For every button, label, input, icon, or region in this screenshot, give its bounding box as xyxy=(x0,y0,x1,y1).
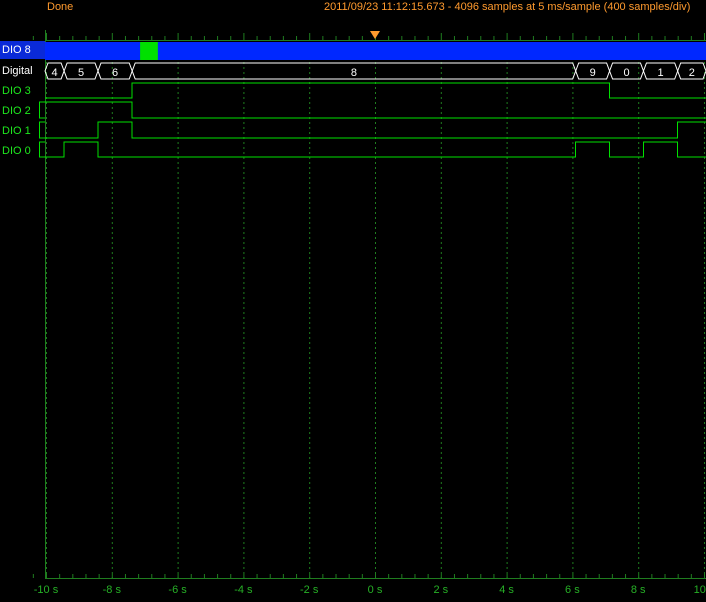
time-tick-label: 4 s xyxy=(499,584,514,596)
time-tick-label: -2 s xyxy=(300,584,319,596)
time-tick-label: 6 s xyxy=(565,584,580,596)
logic-analyzer-window: Done 2011/09/23 11:12:15.673 - 4096 samp… xyxy=(0,0,706,602)
dio8-active-region xyxy=(140,42,158,60)
dio2-trace xyxy=(38,101,706,119)
channel-label-dio3[interactable]: DIO 3 xyxy=(2,82,31,100)
channel-label-dio0[interactable]: DIO 0 xyxy=(2,142,31,160)
time-tick-label: 0 s xyxy=(367,584,383,596)
digital-bus-segments: 4 5 6 8 9 0 1 2 xyxy=(44,62,706,80)
trigger-marker-icon[interactable] xyxy=(370,31,380,39)
time-tick-label: -4 s xyxy=(234,584,253,596)
dio1-trace xyxy=(38,121,706,139)
channel-label-digital[interactable]: Digital xyxy=(2,62,33,80)
time-tick-label: 2 s xyxy=(433,584,449,596)
time-tick-label: -10 s xyxy=(33,584,59,596)
bus-segment-value: 4 xyxy=(51,67,57,79)
channel-label-dio8[interactable]: DIO 8 xyxy=(0,41,45,59)
time-tick-label: 8 s xyxy=(630,584,646,596)
time-tick-label: 10 s xyxy=(693,584,706,596)
bus-segment-value: 9 xyxy=(590,67,596,79)
bus-segment-value: 2 xyxy=(689,67,695,79)
channel-label-dio1[interactable]: DIO 1 xyxy=(2,122,31,140)
bus-segment-value: 5 xyxy=(78,67,84,79)
waveform-plot[interactable]: 4 5 6 8 9 0 1 2 xyxy=(0,0,706,602)
bus-segment-value: 6 xyxy=(112,67,118,79)
time-tick-label: -8 s xyxy=(102,584,121,596)
time-tick-label: -6 s xyxy=(168,584,187,596)
dio0-trace xyxy=(38,141,706,158)
bus-segment-value: 8 xyxy=(351,67,357,79)
bus-segment-value: 1 xyxy=(658,67,664,79)
channel-label-dio2[interactable]: DIO 2 xyxy=(2,102,31,120)
dio3-trace xyxy=(45,82,706,99)
bus-segment-value: 0 xyxy=(623,67,629,79)
